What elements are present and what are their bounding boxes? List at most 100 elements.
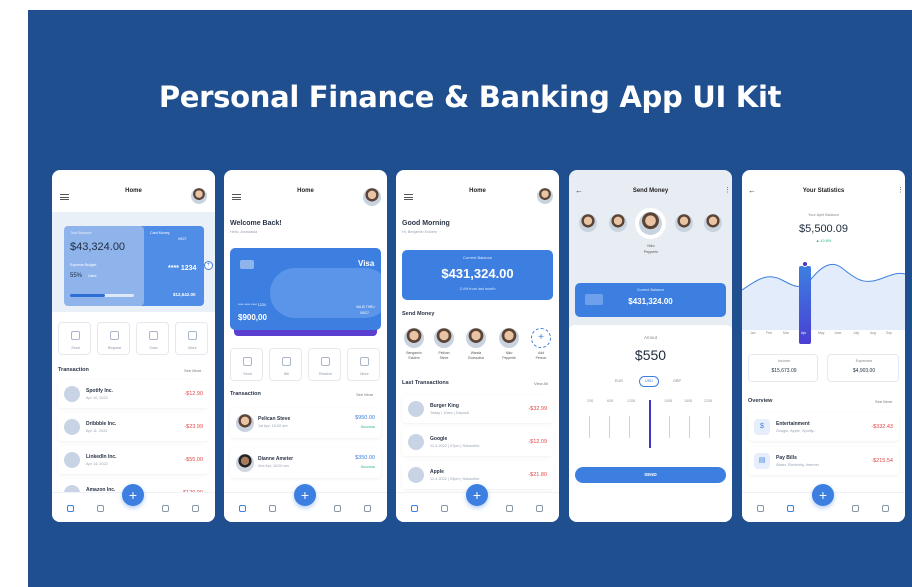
see-more-link[interactable]: See More [184,369,201,373]
profile-icon[interactable] [536,505,543,512]
screen-title: Send Money [632,188,669,194]
user-name: Hello, Anastasia [230,230,258,234]
avatar[interactable] [191,188,207,204]
add-button[interactable]: + [122,484,144,506]
contact-avatar[interactable] [675,214,693,232]
contact-avatar[interactable] [499,328,519,348]
menu-icon[interactable] [404,194,413,200]
income-value: $15,673.09 [771,368,797,374]
contact-first: Pelican [438,351,450,355]
profile-icon[interactable] [882,505,889,512]
transaction-row[interactable]: Burger King Today | 10am | Deposit -$32.99 [402,395,553,423]
overview-row[interactable]: $ Entertainment Google, Apple, Spotify... -… [748,413,899,441]
more-vertical-icon[interactable]: ⋮ [724,187,731,194]
chart-icon[interactable] [97,505,104,512]
amount-value: $550 [634,347,667,363]
screen-home-1: Home Card Money 09/27 **** 1234 $12,542.… [52,170,215,522]
wallet-icon[interactable] [162,505,169,512]
balance-change: 2.4% from last month [459,287,496,291]
see-more-link[interactable]: See More [875,400,892,404]
home-icon[interactable] [411,505,418,512]
transaction-row[interactable]: Dribbble Inc. Apr 11, 2022 -$23.99 [58,413,209,441]
overview-row[interactable]: ▤ Pay Bills Water, Electricity, Internet -$… [748,447,899,475]
greeting-text: Good Morning [402,220,450,227]
profile-icon[interactable] [364,505,371,512]
wallet-icon[interactable] [506,505,513,512]
grid-icon [360,357,369,366]
item-amount: -$332.43 [871,424,893,430]
menu-icon[interactable] [232,194,241,200]
contact-avatar[interactable] [704,214,722,232]
action-scan[interactable]: Scan [136,322,169,355]
action-more[interactable]: More [175,322,208,355]
send-button[interactable]: SEND [575,467,726,483]
more-vertical-icon[interactable]: ⋮ [897,187,904,194]
home-icon[interactable] [239,505,246,512]
visa-card[interactable]: Visa **** **** **** 1234 $900,00 VALID T… [230,248,381,330]
transaction-row[interactable]: Dianne Ameter 2nd Apr, 10:00 am $350.00 Suc… [230,448,381,478]
chart-icon[interactable] [269,505,276,512]
action-label: Bill [284,372,289,376]
tx-amount: $950.00 [355,415,375,421]
balance-card[interactable]: Current Balance $431,324.00 2.4% from la… [402,250,553,300]
currency-gbp[interactable]: GBP [673,379,681,384]
balance-card[interactable]: Current Balance $431,324.00 [575,283,726,317]
view-all-link[interactable]: View All [534,382,548,386]
card-label: Total Balance [70,231,92,235]
action-more[interactable]: More [347,348,380,381]
month-label: Feb [766,331,772,335]
selected-contact-avatar[interactable] [639,212,662,235]
transaction-row[interactable]: Pelican Steve 1st Apr, 10:00 am $950.00 Suc… [230,408,381,438]
tx-amount: -$23.99 [184,424,203,430]
transaction-row[interactable]: LinkedIn Inc. Apr 14, 2022 -$55.00 [58,446,209,474]
wallet-icon[interactable] [852,505,859,512]
chart-icon[interactable] [441,505,448,512]
currency-eur[interactable]: EUR [615,379,623,384]
contact-avatar[interactable] [609,214,627,232]
contact-avatar[interactable] [404,328,424,348]
action-bill[interactable]: Bill [269,348,302,381]
home-icon[interactable] [67,505,74,512]
selected-last: Pepperle [643,250,659,254]
see-more-link[interactable]: See More [356,393,373,397]
wallet-icon[interactable] [334,505,341,512]
add-card-icon[interactable]: + [204,261,213,270]
add-button[interactable]: + [294,484,316,506]
item-desc: Water, Electricity, Internet [776,463,819,467]
tx-name: Dribbble Inc. [86,421,117,427]
contact-avatar[interactable] [579,214,597,232]
add-person-icon[interactable]: + [531,328,551,348]
action-send[interactable]: Send [230,348,263,381]
screen-home-3: Home Good Morning Hi, Benjamin Ecklem Cu… [396,170,559,522]
transaction-row[interactable]: Google 12.4.2022 | 07pm | Subscribe -$12.0… [402,428,553,456]
action-request[interactable]: Request [97,322,130,355]
bill-icon: ▤ [754,453,770,469]
action-send[interactable]: Send [58,322,91,355]
currency-usd[interactable]: USD [639,376,659,387]
avatar[interactable] [363,188,381,206]
slider-handle[interactable] [649,400,651,448]
screen-title: Home [469,188,486,194]
slider-tick [709,416,710,438]
chart-icon[interactable] [787,505,794,512]
add-button[interactable]: + [466,484,488,506]
avatar[interactable] [537,188,553,204]
menu-icon[interactable] [60,194,69,200]
tx-amount: -$55.00 [184,457,203,463]
balance-label: Current Balance [463,255,492,260]
contact-avatar[interactable] [434,328,454,348]
add-button[interactable]: + [812,484,834,506]
merchant-icon [408,434,424,450]
banner-title: Personal Finance & Banking App UI Kit [158,80,782,114]
balance-card[interactable]: Total Balance $43,324.00 Expense Budget … [64,226,144,306]
action-receive[interactable]: Receive [308,348,341,381]
merchant-icon [64,386,80,402]
tx-name: Apple [430,469,444,475]
contact-avatar[interactable] [466,328,486,348]
card-brand: Visa [358,259,375,268]
profile-icon[interactable] [192,505,199,512]
home-icon[interactable] [757,505,764,512]
card2-title: Card Money [150,231,170,235]
transaction-row[interactable]: Spotify Inc. Apr 10, 2022 -$12.90 [58,380,209,408]
budget-progress-track [70,294,134,297]
